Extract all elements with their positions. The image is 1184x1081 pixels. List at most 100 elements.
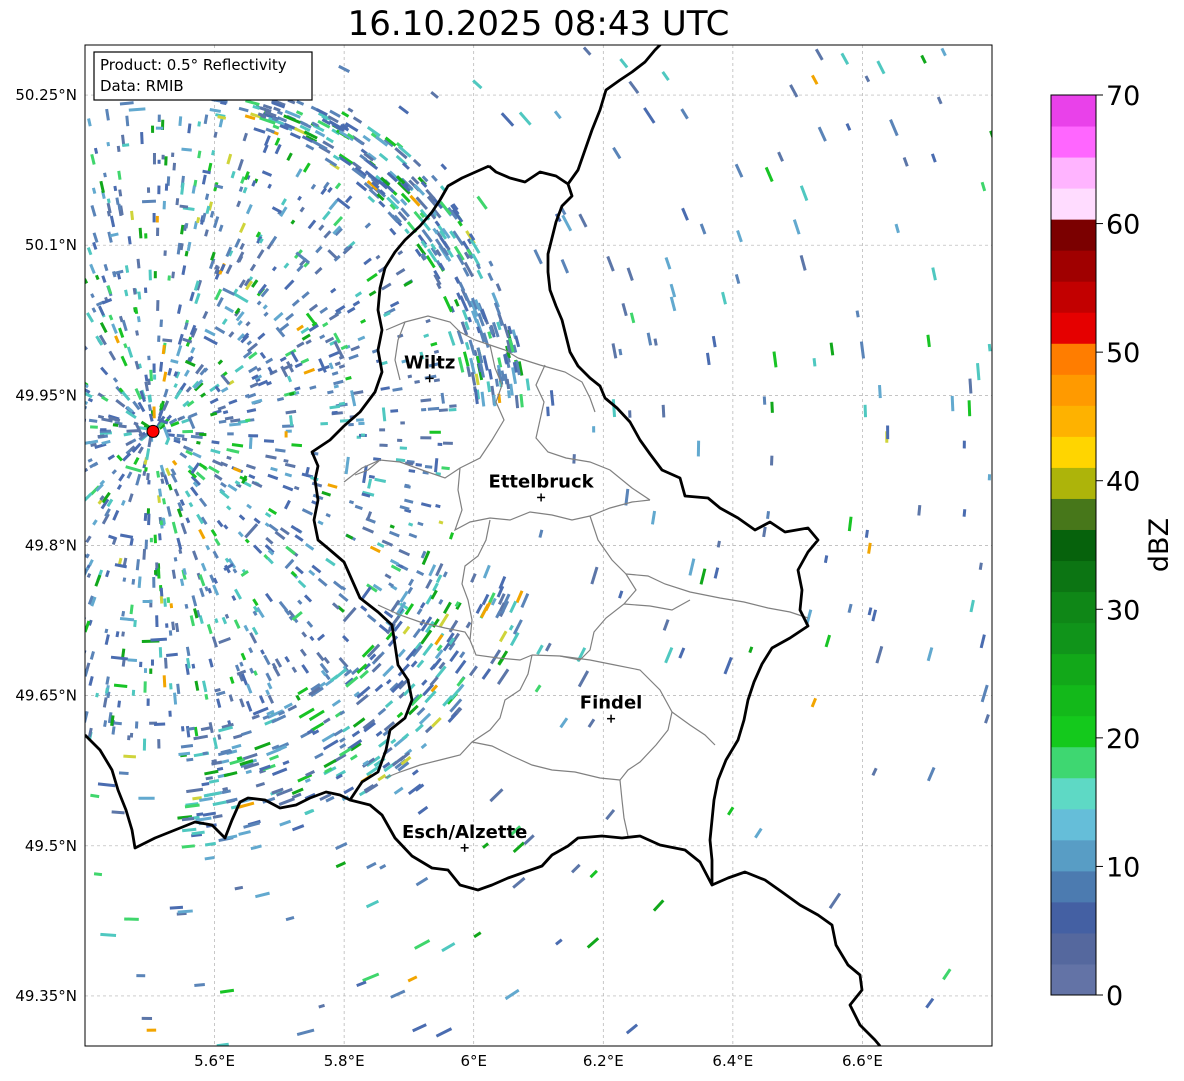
colorbar: 0 10 20 30 40 50 60 70 dBZ [1050,85,1175,1010]
echo-cell [429,430,441,434]
echo-cell [153,271,157,279]
echo-cell [166,597,171,604]
echo-cell [379,443,388,447]
lon-tick-label: 5.8°E [324,1052,365,1070]
echo-cell [155,562,159,569]
echo-cell [150,659,154,666]
echo-cell [397,438,403,442]
echo-cell [138,796,155,800]
colorbar-bin [1051,250,1096,282]
echo-cell [90,425,98,429]
radar-site-icon [146,424,160,438]
lon-tick-label: 6.2°E [583,1052,624,1070]
echo-cell [770,401,774,413]
city-label: Esch/Alzette [402,822,527,843]
echo-cell [153,722,166,726]
echo-cell [152,153,156,165]
echo-cell [284,431,288,438]
echo-cell [169,603,174,609]
colorbar-bin [1051,467,1096,499]
echo-cell [180,726,185,732]
colorbar-bin [1051,498,1096,530]
colorbar-bin [1051,622,1096,655]
colorbar-bin [1051,715,1096,748]
echo-cell [147,355,151,361]
echo-cell [437,442,443,446]
colorbar-bin [1051,312,1096,344]
echo-cell [144,539,148,550]
echo-cell [156,227,160,237]
lon-tick-label: 5.6°E [194,1052,235,1070]
echo-cell [85,417,87,422]
lat-tick-label: 49.8°N [25,537,77,555]
echo-cell [361,433,366,437]
info-product-label: Product: 0.5° Reflectivity [100,56,287,74]
colorbar-bins [1051,95,1096,996]
echo-cell [696,440,701,457]
colorbar-bin [1051,901,1096,934]
echo-cell [154,570,158,575]
echo-cell [165,623,169,628]
colorbar-bin [1051,374,1096,406]
colorbar-bin [1051,808,1096,841]
colorbar-bin [1051,839,1096,872]
colorbar-tick-label: 50 [1106,338,1140,369]
echo-cell [155,215,159,223]
echo-cell [546,406,550,417]
echo-cell [149,668,153,674]
echo-cell [356,418,364,422]
echo-cell [762,396,767,405]
echo-cell [245,418,251,423]
colorbar-bin [1051,95,1096,127]
colorbar-bin [1051,591,1096,624]
lon-tick-label: 6°E [460,1052,487,1070]
echo-cell [146,472,150,481]
echo-cell [143,287,148,294]
echo-cell [157,335,161,342]
echo-cell [592,426,596,433]
colorbar-bin [1051,932,1096,965]
echo-cell [152,212,156,223]
echo-cell [421,407,427,412]
echo-cell [987,474,992,481]
colorbar-tick-label: 30 [1106,595,1140,626]
lat-tick-label: 49.5°N [25,837,77,855]
colorbar-bin [1051,157,1096,189]
echo-cell [159,587,164,597]
colorbar-bin [1051,281,1096,313]
echo-cell [156,567,161,579]
echo-cell [112,423,119,427]
city-label: Ettelbruck [489,471,595,492]
colorbar-bin [1051,870,1096,903]
colorbar-tick-label: 60 [1106,210,1140,241]
echo-cell [863,404,868,418]
echo-cell [134,721,139,729]
echo-cell [152,363,156,373]
echo-cell [169,683,173,690]
colorbar-bin [1051,684,1096,717]
echo-cell [442,441,453,445]
colorbar-bin [1051,436,1096,468]
echo-cell [449,404,457,408]
lon-tick-label: 6.4°E [712,1052,753,1070]
colorbar-tick-label: 20 [1106,724,1140,755]
echo-cell [162,200,166,210]
echo-cell [358,421,365,426]
echo-cell [144,467,148,472]
echo-cell [152,576,156,588]
echo-cell [167,275,171,281]
echo-cell [129,732,134,738]
echo-cell [157,739,161,749]
echo-cell [962,440,966,449]
info-data-label: Data: RMIB [100,77,184,95]
echo-cell [400,421,405,425]
city-label: Wiltz [404,352,455,373]
echo-cell [331,410,338,415]
echo-cell [143,512,148,521]
echo-cell [157,185,161,195]
echo-cell [628,410,632,418]
echo-cell [139,661,143,668]
lat-tick-label: 49.65°N [15,687,77,705]
colorbar-bin [1051,219,1096,251]
echo-cell [227,432,234,436]
